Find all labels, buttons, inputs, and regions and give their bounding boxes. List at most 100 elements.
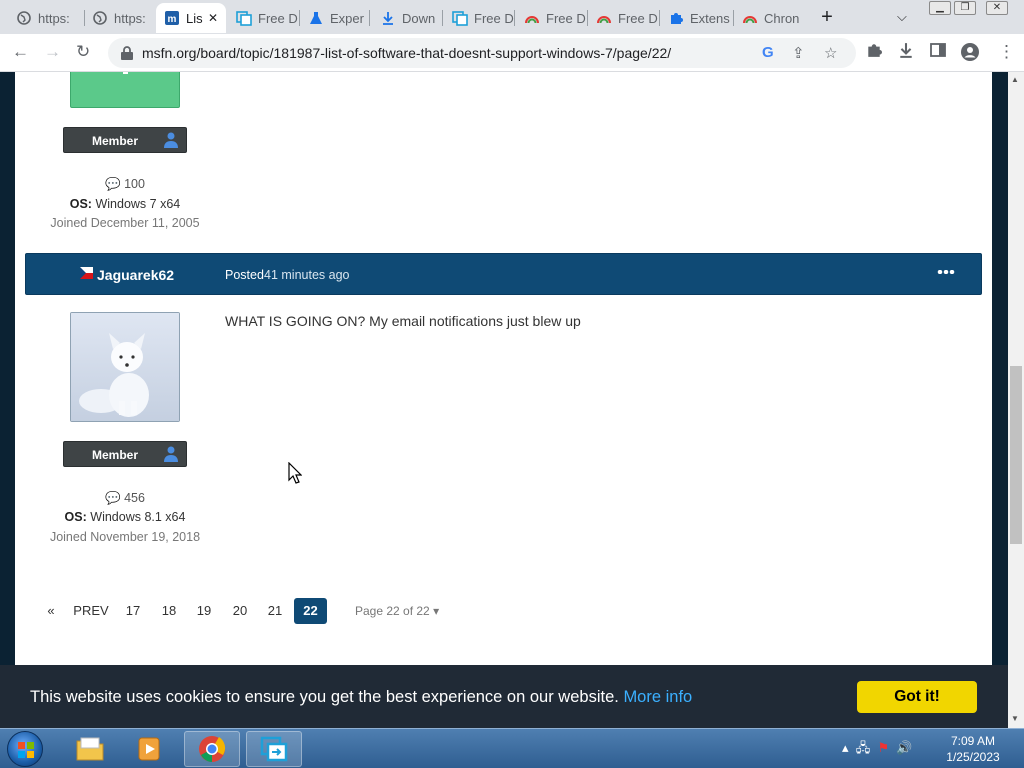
minimize-window-icon[interactable]: ▁ — [929, 1, 951, 15]
forward-arrow-icon[interactable]: → — [44, 42, 61, 62]
start-orb-windows-icon[interactable] — [7, 731, 43, 767]
tab-title: Free D — [258, 10, 298, 26]
action-center-flag-icon[interactable]: ⚑ — [878, 740, 890, 755]
prev-page-link[interactable]: PREV — [73, 598, 109, 624]
globe-icon — [92, 10, 108, 26]
tab-title: Free D — [618, 10, 658, 26]
reload-icon[interactable]: ↻ — [76, 42, 90, 62]
cookie-message-text: This website uses cookies to ensure you … — [30, 688, 619, 706]
browser-toolbar: ← → ↻ msfn.org/board/topic/181987-list-o… — [0, 34, 1024, 72]
tab-title: Free D — [546, 10, 586, 26]
page-link-19[interactable]: 19 — [193, 598, 215, 624]
prev-joined-date: Joined December 11, 2005 — [50, 216, 200, 230]
bookmark-star-icon[interactable]: ☆ — [824, 44, 837, 62]
page-link-22-current[interactable]: 22 — [294, 598, 327, 624]
cookie-more-info-link[interactable]: More info — [623, 688, 692, 706]
caret-down-icon: ▾ — [433, 604, 440, 618]
post-menu-dots-icon[interactable] — [937, 270, 955, 274]
tab-10[interactable]: Extens — [660, 3, 732, 33]
tab-search-chevron-icon[interactable]: ⌵ — [897, 9, 907, 25]
page-jump-dropdown[interactable]: Page 22 of 22 ▾ — [355, 604, 439, 618]
volume-icon[interactable]: 🔊 — [896, 740, 912, 755]
close-tab-icon[interactable]: ✕ — [208, 11, 218, 25]
lock-icon — [121, 46, 133, 60]
post-header: Jaguarek62 Posted 41 minutes ago — [25, 253, 982, 295]
first-page-link[interactable]: « — [43, 598, 59, 624]
tab-2[interactable]: https: — [84, 3, 156, 33]
prev-author-avatar[interactable] — [70, 72, 180, 108]
tab-title: https: — [38, 10, 70, 26]
post-count-value: 100 — [124, 177, 145, 191]
topic-content: Member 💬 100 OS: Windows 7 x64 Joined De… — [15, 72, 992, 692]
share-icon[interactable]: ⇪ — [792, 44, 805, 62]
tab-9[interactable]: Free D — [588, 3, 658, 33]
scroll-down-arrow-icon[interactable]: ▼ — [1011, 714, 1019, 723]
tab-strip: https: https: m Lis ✕ Free D Exper Down … — [0, 0, 1024, 34]
author-avatar[interactable] — [70, 312, 180, 422]
tab-title: Free D — [474, 10, 514, 26]
windows-taskbar: ▴ 🖧 ⚑ 🔊 7:09 AM 1/25/2023 — [0, 728, 1024, 768]
clock-time: 7:09 AM — [950, 734, 996, 748]
post-body-text: WHAT IS GOING ON? My email notifications… — [225, 313, 581, 329]
tab-6[interactable]: Down — [372, 3, 440, 33]
post-count-value: 456 — [124, 491, 145, 505]
download-icon — [380, 10, 396, 26]
tab-8[interactable]: Free D — [516, 3, 586, 33]
tab-1[interactable]: https: — [8, 3, 84, 33]
tab-5[interactable]: Exper — [300, 3, 368, 33]
chrome-taskbar-icon[interactable] — [184, 731, 240, 767]
scroll-up-arrow-icon[interactable]: ▲ — [1011, 75, 1019, 84]
downloads-icon[interactable] — [898, 42, 914, 63]
show-hidden-icons-arrow-icon[interactable]: ▴ — [842, 740, 849, 755]
google-lens-icon[interactable]: G — [762, 44, 774, 61]
page-scrollbar[interactable]: ▲ ▼ — [1008, 72, 1024, 728]
address-bar[interactable]: msfn.org/board/topic/181987-list-of-soft… — [108, 38, 856, 68]
comment-icon: 💬 — [105, 177, 121, 191]
side-panel-icon[interactable] — [930, 42, 946, 63]
page-link-20[interactable]: 20 — [229, 598, 251, 624]
copy-app-taskbar-icon[interactable] — [246, 731, 302, 767]
mouse-cursor-icon — [288, 462, 302, 484]
tab-title: Lis — [186, 10, 203, 26]
extensions-puzzle-icon[interactable] — [866, 42, 882, 63]
profile-avatar-icon[interactable] — [960, 42, 980, 67]
arctic-fox-image — [71, 313, 179, 421]
chrome-menu-icon[interactable]: ⋮ — [998, 42, 1015, 62]
page-link-17[interactable]: 17 — [122, 598, 144, 624]
prev-os-line: OS: Windows 7 x64 — [15, 197, 235, 211]
member-person-icon — [162, 446, 180, 465]
media-player-icon[interactable] — [122, 731, 178, 767]
flask-icon — [308, 10, 324, 26]
member-rank-badge: Member — [63, 441, 187, 467]
posted-time[interactable]: 41 minutes ago — [264, 268, 349, 282]
close-window-icon[interactable]: ✕ — [986, 1, 1008, 15]
puzzle-icon — [668, 10, 684, 26]
cookie-accept-button[interactable]: Got it! — [857, 681, 977, 713]
rank-label: Member — [91, 134, 138, 148]
os-label: OS: — [64, 510, 87, 524]
author-post-count: 💬 456 — [15, 491, 235, 506]
rank-label: Member — [91, 448, 138, 462]
new-tab-plus-icon[interactable]: + — [817, 6, 837, 29]
author-name-link[interactable]: Jaguarek62 — [97, 267, 174, 283]
rainbow-icon — [596, 10, 612, 26]
tab-7[interactable]: Free D — [444, 3, 514, 33]
url-text[interactable]: msfn.org/board/topic/181987-list-of-soft… — [142, 45, 671, 61]
network-icon[interactable]: 🖧 — [856, 740, 871, 755]
tab-title: Down — [402, 10, 436, 26]
back-arrow-icon[interactable]: ← — [12, 42, 29, 62]
taskbar-clock[interactable]: 7:09 AM 1/25/2023 — [930, 733, 1016, 765]
comment-icon: 💬 — [105, 491, 121, 505]
tab-4[interactable]: Free D — [228, 3, 298, 33]
page-link-21[interactable]: 21 — [264, 598, 286, 624]
scrollbar-thumb[interactable] — [1010, 366, 1022, 544]
explorer-folder-icon[interactable] — [62, 731, 118, 767]
restore-window-icon[interactable]: ❐ — [954, 1, 976, 15]
tab-11[interactable]: Chron — [734, 3, 804, 33]
tab-3-active[interactable]: m Lis ✕ — [156, 3, 226, 33]
copy-icon — [236, 10, 252, 26]
page-link-18[interactable]: 18 — [158, 598, 180, 624]
page-of-label: Page 22 of 22 — [355, 604, 430, 618]
msfn-icon: m — [164, 10, 180, 26]
copy-icon — [452, 10, 468, 26]
